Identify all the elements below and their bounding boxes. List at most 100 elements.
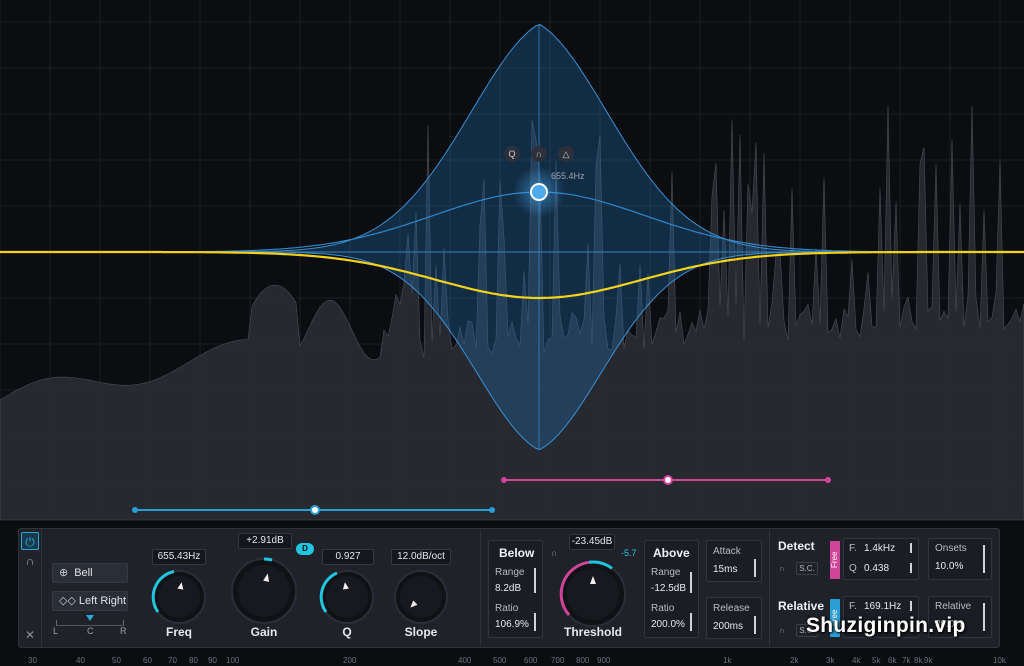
release-section: Release 200ms xyxy=(706,597,762,639)
detect-q-label: Q xyxy=(849,563,857,574)
axis-tick-label: 600 xyxy=(524,656,538,665)
release-label: Release xyxy=(713,603,750,614)
onsets-value[interactable]: 10.0% xyxy=(935,561,963,572)
axis-tick-label: 500 xyxy=(493,656,507,665)
freq-range-handle-pink[interactable] xyxy=(501,475,831,485)
detect-filter-box: F. 1.4kHz Q 0.438 xyxy=(843,538,919,580)
axis-tick-label: 80 xyxy=(189,656,198,665)
detect-q-value[interactable]: 0.438 xyxy=(864,563,889,574)
axis-tick-label: 8k xyxy=(914,656,923,665)
gain-label: Gain xyxy=(250,625,278,639)
headphones-icon[interactable]: ∩ xyxy=(21,552,39,570)
gain-value[interactable]: +2.91dB xyxy=(238,533,292,549)
below-range-value[interactable]: 8.2dB xyxy=(495,583,521,594)
below-title: Below xyxy=(499,546,535,560)
stereo-select[interactable]: ◇◇ Left Right xyxy=(52,591,128,611)
axis-tick-label: 1k xyxy=(723,656,732,665)
relative-f-value[interactable]: 169.1Hz xyxy=(864,601,901,612)
freq-range-handle-blue[interactable] xyxy=(132,505,495,515)
onsets-label: Onsets xyxy=(935,543,967,554)
axis-tick-label: 70 xyxy=(168,656,177,665)
shape-select[interactable]: ⊕ Bell xyxy=(52,563,128,583)
pan-slider[interactable]: L C R xyxy=(52,615,128,637)
freq-label: Freq xyxy=(165,625,192,639)
slope-value[interactable]: 12.0dB/oct xyxy=(391,549,451,565)
axis-tick-label: 5k xyxy=(872,656,881,665)
relative-f-meter xyxy=(910,601,912,611)
attack-value[interactable]: 15ms xyxy=(713,564,737,575)
below-range-label: Range xyxy=(495,567,525,578)
detect-mode-tag[interactable]: Free xyxy=(830,541,840,579)
axis-tick-label: 900 xyxy=(597,656,611,665)
relative-amount-label: Relative xyxy=(935,601,972,612)
detect-q-meter xyxy=(910,563,912,573)
frequency-axis: 30 40 50 60 70 80 90 100 200 400 500 600 700 800 900 1k… xyxy=(0,656,1024,666)
axis-tick-label: 4k xyxy=(852,656,861,665)
axis-tick-label: 60 xyxy=(143,656,152,665)
attack-section: Attack 15ms xyxy=(706,540,762,582)
below-range-meter xyxy=(534,568,536,593)
axis-tick-label: 700 xyxy=(551,656,565,665)
dynamic-badge[interactable]: D xyxy=(296,543,314,555)
divider xyxy=(769,530,770,646)
above-section: Above Range -12.5dB Ratio 200.0% xyxy=(644,540,699,638)
below-ratio-meter xyxy=(534,613,536,631)
above-ratio-meter xyxy=(690,613,692,631)
detect-f-meter xyxy=(910,543,912,553)
pan-center-label: C xyxy=(87,626,94,636)
range-start-dot[interactable] xyxy=(501,477,507,483)
range-mid-dot[interactable] xyxy=(663,475,673,485)
axis-tick-label: 50 xyxy=(112,656,121,665)
range-end-dot[interactable] xyxy=(825,477,831,483)
headphones-icon[interactable]: ∩ xyxy=(551,548,557,558)
headphones-icon[interactable]: ∩ xyxy=(779,564,785,573)
headphones-icon[interactable]: ∩ xyxy=(531,146,547,162)
axis-tick-label: 200 xyxy=(343,656,357,665)
axis-tick-label: 90 xyxy=(208,656,217,665)
power-icon[interactable]: ⏻ xyxy=(21,532,39,550)
watermark: Shuziginpin.vip xyxy=(806,614,966,637)
range-end-dot[interactable] xyxy=(489,507,495,513)
axis-tick-label: 40 xyxy=(76,656,85,665)
axis-tick-label: 30 xyxy=(28,656,37,665)
threshold-side-value: -5.7 xyxy=(621,548,637,558)
threshold-value[interactable]: -23.45dB xyxy=(569,534,615,550)
axis-tick-label: 400 xyxy=(458,656,472,665)
above-ratio-value[interactable]: 200.0% xyxy=(651,619,685,630)
above-range-label: Range xyxy=(651,567,681,578)
above-range-meter xyxy=(690,572,692,593)
stereo-link-icon: ◇◇ xyxy=(59,595,76,607)
axis-tick-label: 100 xyxy=(226,656,240,665)
above-title: Above xyxy=(653,546,690,560)
bell-shape-icon: ⊕ xyxy=(59,567,69,579)
shape-value: Bell xyxy=(74,567,93,579)
threshold-label: Threshold xyxy=(563,625,622,639)
close-icon[interactable]: ✕ xyxy=(21,626,39,644)
axis-tick-label: 7k xyxy=(902,656,911,665)
q-icon[interactable]: Q xyxy=(504,146,520,162)
node-freq-label: 655.4Hz xyxy=(551,171,585,181)
detect-sc-button[interactable]: S.C. xyxy=(796,562,818,575)
divider xyxy=(480,530,481,646)
band-node[interactable] xyxy=(530,183,548,201)
pan-marker-icon xyxy=(86,615,94,621)
pan-right-label: R xyxy=(120,626,127,636)
band-side-strip: ⏻ ∩ ✕ xyxy=(18,528,42,648)
axis-tick-label: 2k xyxy=(790,656,799,665)
stereo-value: Left Right xyxy=(78,595,127,607)
detect-f-value[interactable]: 1.4kHz xyxy=(864,543,895,554)
below-ratio-value[interactable]: 106.9% xyxy=(495,619,529,630)
below-ratio-label: Ratio xyxy=(495,603,519,614)
range-start-dot[interactable] xyxy=(132,507,138,513)
range-mid-dot[interactable] xyxy=(310,505,320,515)
above-range-value[interactable]: -12.5dB xyxy=(651,583,686,594)
bell-shape-icon[interactable]: △ xyxy=(558,146,574,162)
onsets-box: Onsets 10.0% xyxy=(928,538,992,580)
q-value[interactable]: 0.927 xyxy=(322,549,374,565)
axis-tick-label: 3k xyxy=(826,656,835,665)
relative-title: Relative xyxy=(778,599,825,613)
freq-value[interactable]: 655.43Hz xyxy=(152,549,206,565)
detect-title: Detect xyxy=(778,539,815,553)
headphones-icon[interactable]: ∩ xyxy=(779,626,785,635)
release-value[interactable]: 200ms xyxy=(713,621,743,632)
